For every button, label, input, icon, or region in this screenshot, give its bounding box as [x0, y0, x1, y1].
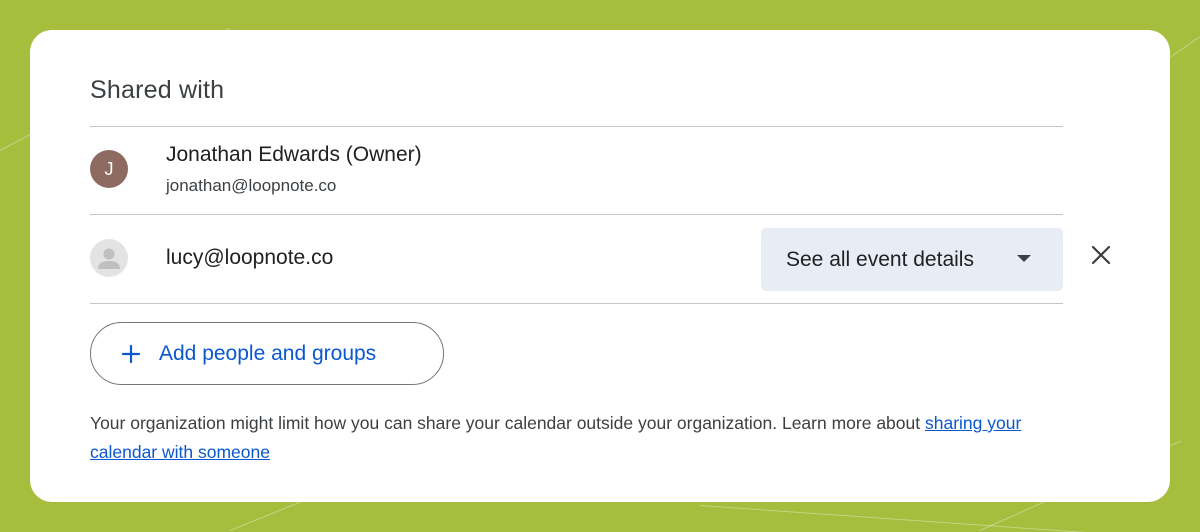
guest-avatar	[90, 239, 128, 277]
owner-email: jonathan@loopnote.co	[166, 176, 337, 195]
guest-email: lucy@loopnote.co	[166, 246, 334, 269]
close-icon	[1091, 245, 1111, 265]
caret-down-icon	[1017, 255, 1031, 262]
divider	[90, 126, 1063, 127]
remove-guest-button[interactable]	[1086, 240, 1116, 270]
permission-dropdown[interactable]: See all event details	[761, 228, 1063, 291]
avatar-initial: J	[104, 158, 114, 179]
sharing-panel: Shared with J Jonathan Edwards (Owner) j…	[30, 30, 1170, 502]
owner-avatar: J	[90, 150, 128, 188]
panel-title: Shared with	[90, 76, 225, 104]
background-decoration	[699, 505, 1120, 532]
add-people-button[interactable]: Add people and groups	[90, 322, 444, 385]
divider	[90, 303, 1063, 304]
sharing-note-text: Your organization might limit how you ca…	[90, 413, 925, 433]
add-people-label: Add people and groups	[159, 341, 377, 365]
permission-value: See all event details	[786, 247, 974, 271]
owner-name: Jonathan Edwards (Owner)	[166, 143, 422, 166]
divider	[90, 214, 1063, 215]
sharing-note: Your organization might limit how you ca…	[90, 409, 1090, 467]
person-icon	[98, 248, 120, 269]
plus-icon	[121, 344, 141, 363]
